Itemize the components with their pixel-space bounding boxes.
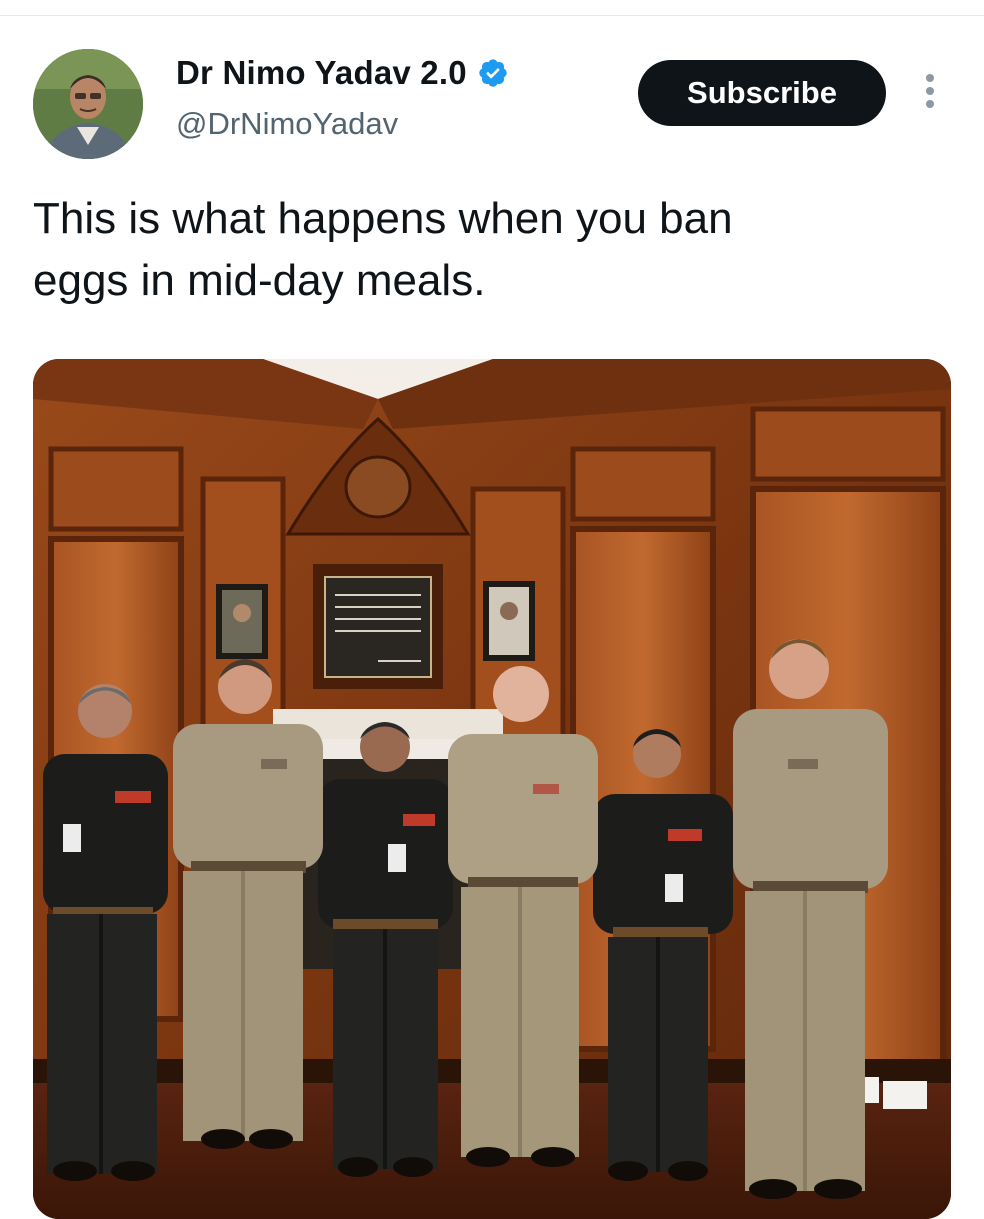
author-display-name[interactable]: Dr Nimo Yadav 2.0 <box>176 54 467 92</box>
author-avatar[interactable] <box>33 49 143 159</box>
verified-badge-icon[interactable] <box>477 57 509 89</box>
person-4 <box>448 666 598 1157</box>
person-3 <box>318 722 453 1169</box>
author-handle[interactable]: @DrNimoYadav <box>176 106 398 142</box>
subscribe-button[interactable]: Subscribe <box>638 60 886 126</box>
avatar-photo <box>33 49 143 159</box>
post-photo[interactable] <box>33 359 951 1219</box>
person-6 <box>733 639 888 1191</box>
top-divider <box>0 15 984 16</box>
person-2 <box>173 659 323 1141</box>
photo-scene <box>33 359 951 1219</box>
post-text-line-1: This is what happens when you ban <box>33 194 733 243</box>
person-1 <box>43 684 168 1174</box>
post-text-line-2: eggs in mid-day meals. <box>33 256 486 305</box>
post-text: This is what happens when you ban eggs i… <box>33 188 933 312</box>
author-name-row: Dr Nimo Yadav 2.0 <box>176 54 509 92</box>
more-options-icon[interactable] <box>918 70 942 120</box>
